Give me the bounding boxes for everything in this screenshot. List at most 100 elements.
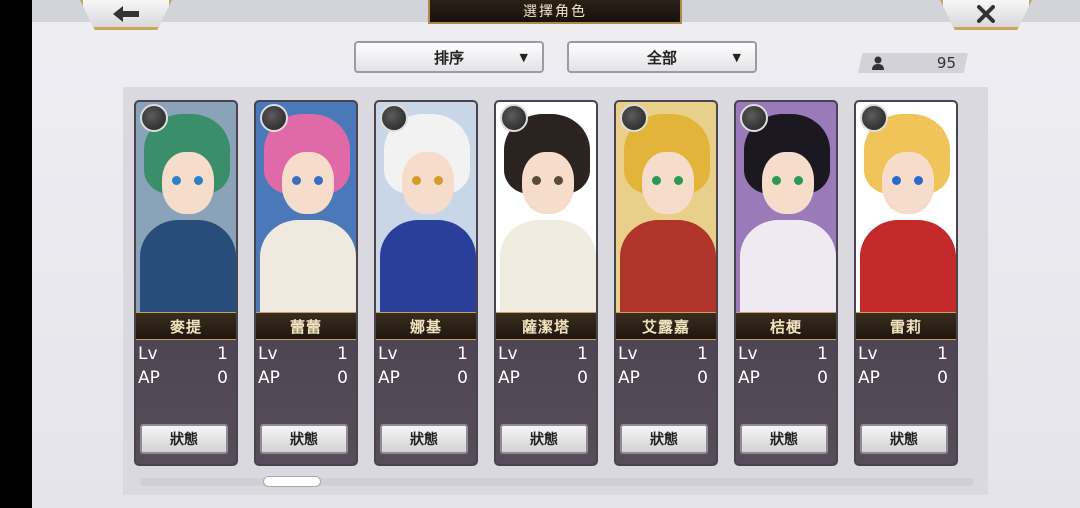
ap-row: AP 0 [496,368,596,388]
portrait-face [522,152,574,214]
attribute-icon [620,104,648,132]
ap-label: AP [858,368,880,388]
close-x-icon [977,4,995,23]
character-card[interactable]: 桔梗 Lv 1 AP 0 狀態 [734,100,838,466]
portrait-face [402,152,454,214]
portrait-body [620,220,716,312]
character-card[interactable]: 艾露嘉 Lv 1 AP 0 狀態 [614,100,718,466]
portrait-face [642,152,694,214]
portrait-eye [914,176,923,185]
level-value: 1 [817,344,828,364]
status-button[interactable]: 狀態 [260,424,348,454]
character-card[interactable]: 蕾蕾 Lv 1 AP 0 狀態 [254,100,358,466]
portrait-body [860,220,956,312]
level-row: Lv 1 [736,344,836,364]
level-row: Lv 1 [496,344,596,364]
level-label: Lv [618,344,638,364]
portrait-eye [652,176,661,185]
ap-row: AP 0 [256,368,356,388]
back-button[interactable] [80,0,172,30]
portrait-eye [772,176,781,185]
ap-value: 0 [937,368,948,388]
character-card[interactable]: 娜基 Lv 1 AP 0 狀態 [374,100,478,466]
person-icon [872,56,884,70]
status-button[interactable]: 狀態 [500,424,588,454]
ap-value: 0 [217,368,228,388]
portrait-eye [194,176,203,185]
level-value: 1 [337,344,348,364]
chevron-down-icon: ▼ [519,51,528,64]
scrollbar-thumb[interactable] [263,476,321,487]
ap-row: AP 0 [736,368,836,388]
ap-row: AP 0 [376,368,476,388]
level-label: Lv [378,344,398,364]
level-label: Lv [138,344,158,364]
portrait-eye [554,176,563,185]
portrait-eye [292,176,301,185]
character-portrait [496,102,596,312]
level-row: Lv 1 [136,344,236,364]
status-button[interactable]: 狀態 [620,424,708,454]
character-card[interactable]: 麥提 Lv 1 AP 0 狀態 [134,100,238,466]
status-button[interactable]: 狀態 [140,424,228,454]
ap-label: AP [498,368,520,388]
character-name: 麥提 [136,312,236,340]
level-row: Lv 1 [256,344,356,364]
portrait-body [260,220,356,312]
status-button[interactable]: 狀態 [860,424,948,454]
character-portrait [616,102,716,312]
portrait-face [282,152,334,214]
character-name: 艾露嘉 [616,312,716,340]
ap-row: AP 0 [856,368,956,388]
ap-value: 0 [697,368,708,388]
character-name: 薩潔塔 [496,312,596,340]
left-arrow-icon [113,5,139,22]
attribute-icon [380,104,408,132]
portrait-eye [892,176,901,185]
level-value: 1 [937,344,948,364]
ap-label: AP [738,368,760,388]
portrait-eye [434,176,443,185]
character-portrait [136,102,236,312]
level-label: Lv [738,344,758,364]
portrait-body [380,220,476,312]
status-button[interactable]: 狀態 [740,424,828,454]
attribute-icon [260,104,288,132]
level-row: Lv 1 [376,344,476,364]
portrait-eye [794,176,803,185]
sort-dropdown[interactable]: 排序 ▼ [354,41,544,73]
ap-label: AP [378,368,400,388]
portrait-eye [412,176,421,185]
ap-value: 0 [337,368,348,388]
ap-value: 0 [577,368,588,388]
portrait-face [882,152,934,214]
ap-value: 0 [457,368,468,388]
portrait-eye [674,176,683,185]
portrait-body [140,220,236,312]
character-name: 娜基 [376,312,476,340]
level-row: Lv 1 [616,344,716,364]
close-button[interactable] [940,0,1032,30]
level-label: Lv [858,344,878,364]
portrait-eye [314,176,323,185]
ap-row: AP 0 [616,368,716,388]
chevron-down-icon: ▼ [732,51,741,64]
character-portrait [256,102,356,312]
character-card[interactable]: 薩潔塔 Lv 1 AP 0 狀態 [494,100,598,466]
attribute-icon [740,104,768,132]
character-card[interactable]: 雷莉 Lv 1 AP 0 狀態 [854,100,958,466]
character-count: 95 [936,54,956,72]
character-portrait [736,102,836,312]
level-value: 1 [217,344,228,364]
filter-dropdown[interactable]: 全部 ▼ [567,41,757,73]
portrait-face [762,152,814,214]
status-button[interactable]: 狀態 [380,424,468,454]
attribute-icon [140,104,168,132]
sort-label: 排序 [433,48,464,67]
portrait-eye [532,176,541,185]
ap-value: 0 [817,368,828,388]
portrait-eye [172,176,181,185]
ap-label: AP [618,368,640,388]
ap-row: AP 0 [136,368,236,388]
level-value: 1 [577,344,588,364]
